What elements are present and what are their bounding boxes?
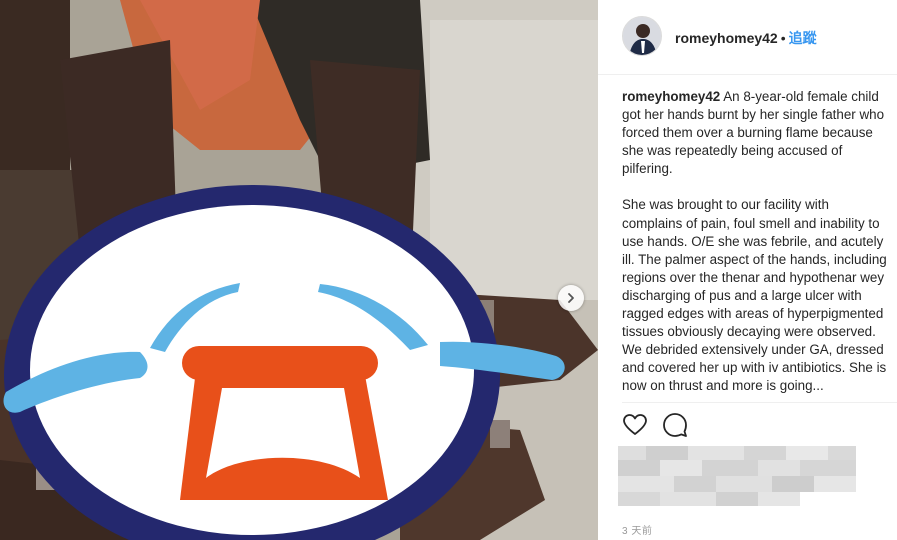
separator-dot: • <box>780 30 786 46</box>
header-line: romeyhomey42 • 追蹤 <box>675 28 817 48</box>
comment-icon[interactable] <box>662 412 688 438</box>
action-bar <box>622 412 688 438</box>
chevron-right-icon <box>568 293 574 303</box>
username-link[interactable]: romeyhomey42 <box>675 30 778 46</box>
post-timestamp[interactable]: 3 天前 <box>622 522 652 537</box>
post-header: romeyhomey42 • 追蹤 <box>598 0 897 75</box>
caption-text-2: She was brought to our facility with com… <box>622 197 887 340</box>
post-image[interactable] <box>0 0 598 540</box>
divider <box>622 402 897 403</box>
follow-button[interactable]: 追蹤 <box>789 30 817 46</box>
caption-username[interactable]: romeyhomey42 <box>622 89 720 104</box>
avatar-image <box>623 17 661 55</box>
caption[interactable]: romeyhomey42 An 8-year-old female child … <box>622 88 888 402</box>
next-image-button[interactable] <box>558 285 584 311</box>
post-details-panel: romeyhomey42 • 追蹤 romeyhomey42 An 8-year-o… <box>598 0 897 540</box>
avatar[interactable] <box>622 16 662 56</box>
heart-icon[interactable] <box>622 412 648 438</box>
post-photo <box>0 0 598 540</box>
caption-text-3: We debrided extensively under GA, dresse… <box>622 342 887 394</box>
blurred-likes-and-comments <box>618 446 868 516</box>
